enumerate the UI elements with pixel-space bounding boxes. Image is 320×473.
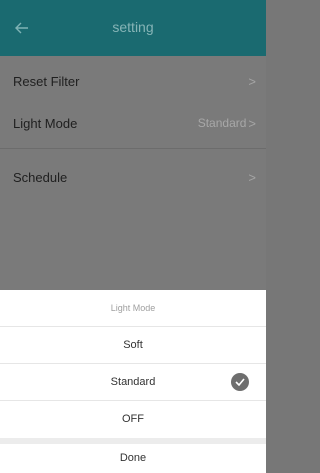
schedule-label: Schedule — [13, 169, 68, 185]
light-mode-sheet: Light Mode Soft Standard OFF Done — [0, 290, 266, 473]
page-title: setting — [112, 19, 154, 35]
check-circle-icon — [231, 373, 249, 391]
option-off[interactable]: OFF — [0, 401, 266, 437]
reset-filter-label: Reset Filter — [13, 73, 80, 89]
light-mode-value: Standard — [197, 116, 247, 130]
option-soft[interactable]: Soft — [0, 327, 266, 363]
option-standard[interactable]: Standard — [0, 364, 266, 400]
sheet-title: Light Mode — [110, 303, 156, 313]
chevron-right-icon: > — [248, 169, 256, 185]
light-mode-label: Light Mode — [13, 115, 78, 131]
app-header: setting — [0, 0, 266, 56]
settings-list: Reset Filter > Light Mode Standard > Sch… — [0, 56, 266, 290]
light-mode-row[interactable]: Light Mode Standard > — [0, 98, 266, 148]
done-button[interactable]: Done — [0, 444, 266, 473]
chevron-right-icon: > — [248, 115, 256, 131]
chevron-right-icon: > — [248, 73, 256, 89]
divider — [0, 148, 266, 149]
schedule-row[interactable]: Schedule > — [0, 152, 266, 202]
